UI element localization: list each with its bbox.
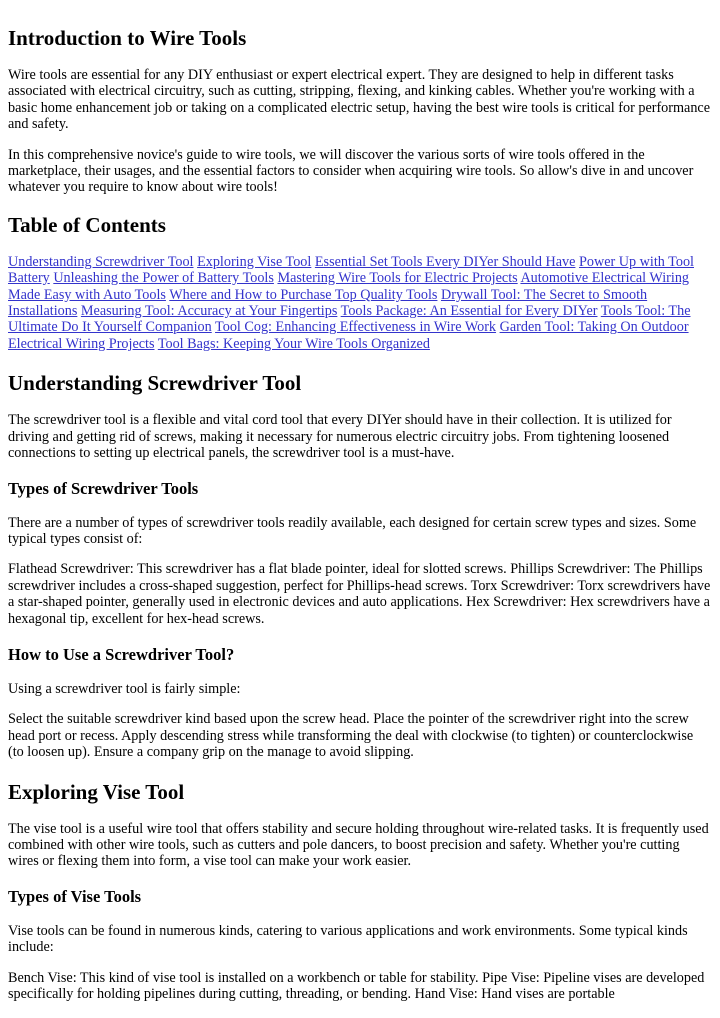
vise-types-paragraph: Vise tools can be found in numerous kind… [8,922,688,956]
screwdriver-types-paragraph: There are a number of types of screwdriv… [8,514,697,547]
toc-link[interactable]: Exploring Vise Tool [197,254,311,270]
toc-link[interactable]: Tools Package: An Essential for Every DI… [341,303,598,319]
vise-heading: Exploring Vise Tool [8,779,185,804]
vise-types-paragraph: Bench Vise: This kind of vise tool is in… [8,969,705,1002]
screwdriver-usage-paragraph: Using a screwdriver tool is fairly simpl… [8,680,241,697]
toc-link[interactable]: Measuring Tool: Accuracy at Your Fingert… [81,303,337,319]
toc-heading: Table of Contents [8,212,166,237]
toc-link[interactable]: Understanding Screwdriver Tool [8,254,194,270]
screwdriver-usage-paragraph: Select the suitable screwdriver kind bas… [8,711,694,761]
toc-link[interactable]: Essential Set Tools Every DIYer Should H… [315,254,576,270]
intro-paragraph: Wire tools are essential for any DIY ent… [8,67,711,133]
screwdriver-usage-heading: How to Use a Screwdriver Tool? [8,644,235,664]
article: Introduction to Wire Tools Wire tools ar… [0,0,720,1002]
toc-link[interactable]: Tool Bags: Keeping Your Wire Tools Organ… [158,336,430,352]
intro-heading: Introduction to Wire Tools [8,26,247,50]
toc-link[interactable]: Unleashing the Power of Battery Tools [53,270,274,286]
intro-paragraph: In this comprehensive novice's guide to … [8,146,694,196]
toc-link[interactable]: Tool Cog: Enhancing Effectiveness in Wir… [215,319,496,335]
table-of-contents: Understanding Screwdriver Tool Exploring… [8,254,712,352]
toc-link[interactable]: Where and How to Purchase Top Quality To… [169,287,437,303]
screwdriver-types-paragraph: Flathead Screwdriver: This screwdriver h… [8,561,711,627]
vise-paragraph: The vise tool is a useful wire tool that… [8,820,709,870]
screwdriver-types-heading: Types of Screwdriver Tools [8,478,199,498]
screwdriver-heading: Understanding Screwdriver Tool [8,371,302,396]
vise-types-heading: Types of Vise Tools [8,886,142,906]
toc-link[interactable]: Mastering Wire Tools for Electric Projec… [277,270,517,286]
screwdriver-paragraph: The screwdriver tool is a flexible and v… [8,412,672,462]
